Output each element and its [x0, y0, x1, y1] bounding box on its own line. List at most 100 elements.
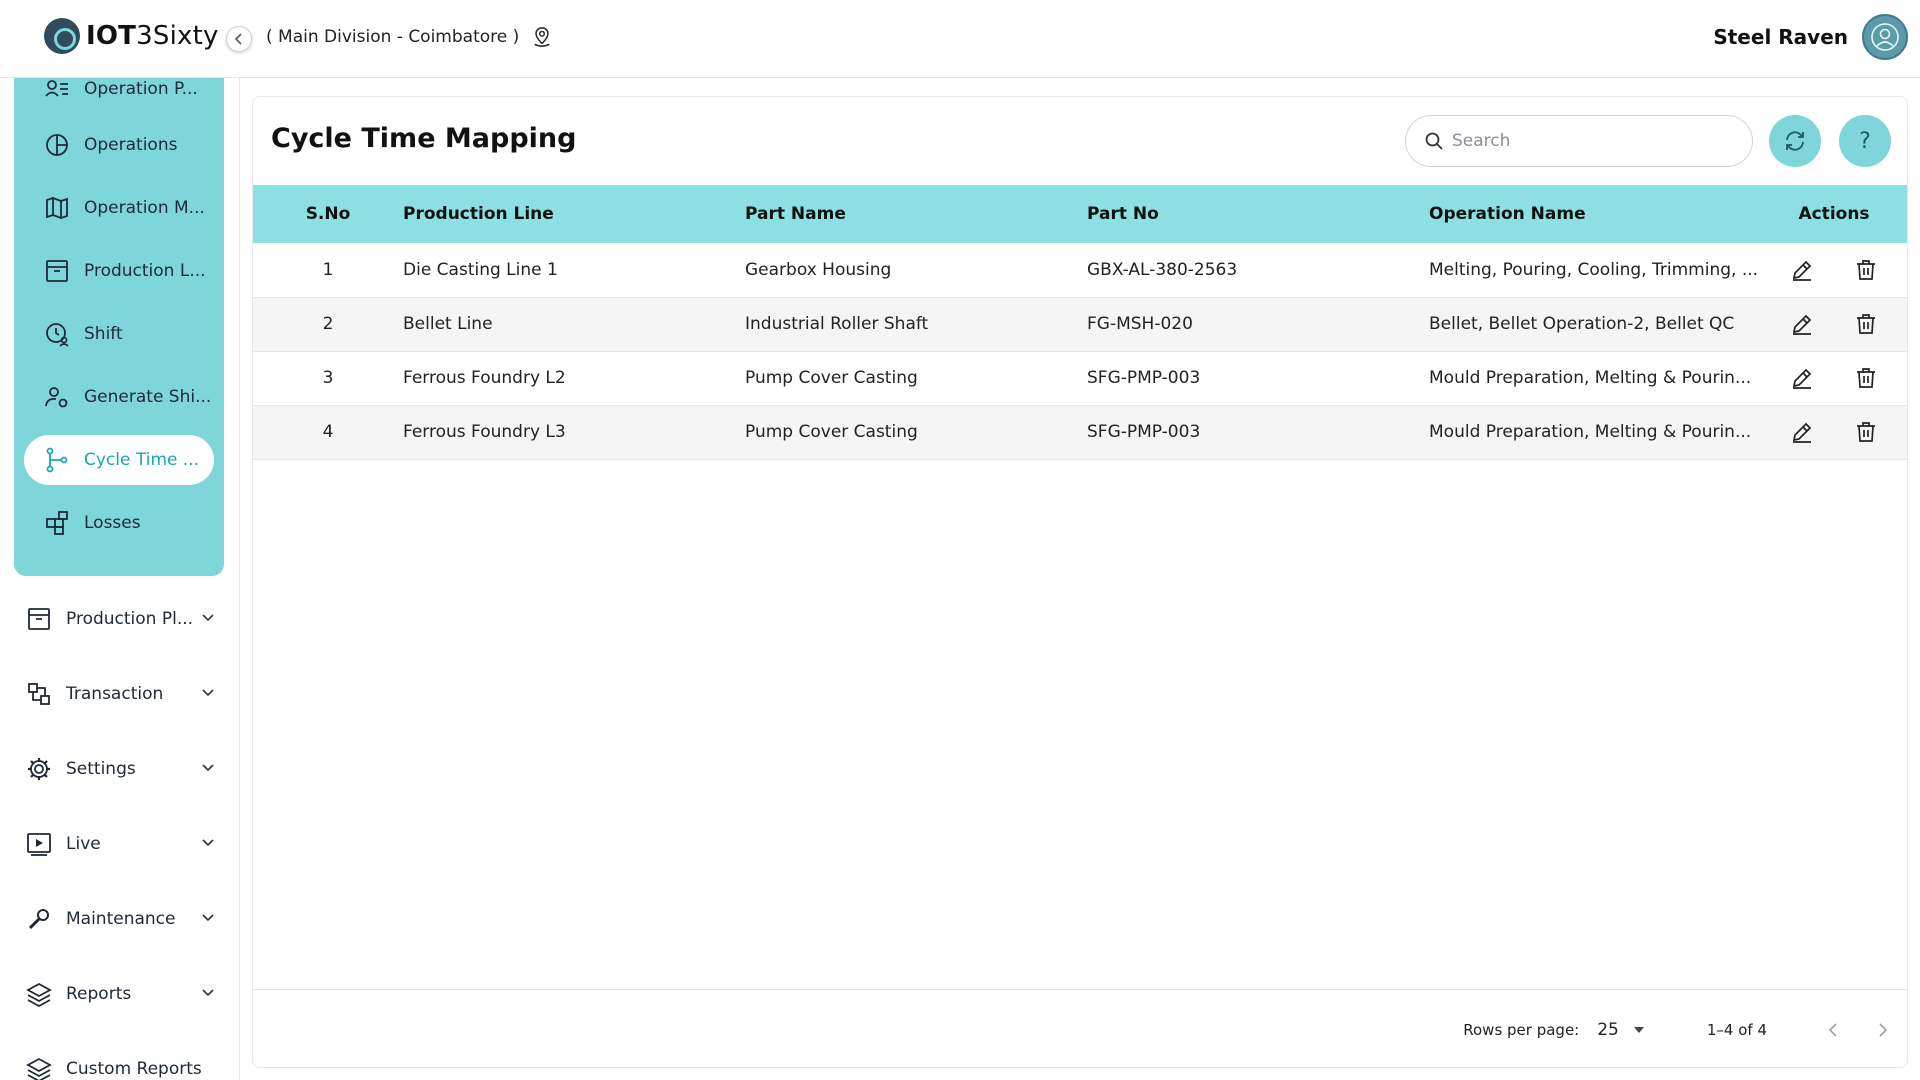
refresh-button[interactable]	[1769, 115, 1821, 167]
sidebar-item-production-l[interactable]: Production L...	[24, 246, 214, 296]
sidebar-item-settings[interactable]: Settings	[26, 749, 216, 789]
cell-sno: 2	[253, 297, 403, 352]
sidebar-item-label: Losses	[84, 513, 141, 533]
column-header-operation-name[interactable]: Operation Name	[1429, 185, 1759, 243]
column-header-production-line[interactable]: Production Line	[403, 185, 745, 243]
sidebar-item-maintenance[interactable]: Maintenance	[26, 899, 216, 939]
layers-icon	[26, 982, 52, 1007]
archive-icon	[28, 608, 50, 630]
chevron-down-icon	[202, 764, 214, 772]
sidebar: Operation P... Operations Operation M...…	[0, 78, 240, 1080]
sidebar-item-live[interactable]: Live	[26, 824, 216, 864]
cell-part-name: Gearbox Housing	[745, 243, 1087, 298]
division-selector[interactable]: ( Main Division - Coimbatore )	[266, 26, 553, 48]
layers-icon	[26, 1057, 52, 1080]
play-icon	[27, 833, 51, 856]
user-menu[interactable]: Steel Raven	[1713, 14, 1908, 60]
cell-part-no: SFG-PMP-003	[1087, 351, 1429, 406]
sidebar-item-label: Transaction	[66, 684, 164, 704]
refresh-icon	[1786, 131, 1804, 151]
search-box[interactable]	[1405, 115, 1753, 167]
rows-per-page-label: Rows per page:	[1463, 1020, 1580, 1039]
edit-icon[interactable]	[1790, 258, 1814, 282]
sidebar-item-label: Operation P...	[84, 79, 198, 99]
cell-production-line: Die Casting Line 1	[403, 243, 745, 298]
table-header-row: S.No Production Line Part Name Part No O…	[253, 185, 1907, 243]
cell-sno: 4	[253, 405, 403, 460]
archive-icon	[46, 260, 68, 282]
sidebar-item-label: Production L...	[84, 261, 206, 281]
transaction-icon	[28, 683, 50, 705]
delete-icon[interactable]	[1854, 366, 1878, 390]
rows-per-page-select[interactable]: 25	[1597, 1020, 1645, 1040]
cell-actions	[1759, 243, 1907, 298]
delete-icon[interactable]	[1854, 312, 1878, 336]
next-page-icon[interactable]	[1875, 1022, 1891, 1038]
column-header-part-name[interactable]: Part Name	[745, 185, 1087, 243]
collapse-sidebar-button[interactable]	[226, 26, 252, 52]
column-header-sno[interactable]: S.No	[253, 185, 403, 243]
sidebar-item-label: Cycle Time ...	[84, 450, 200, 470]
brand-name: IOT3Sixty	[86, 21, 219, 51]
sidebar-item-operations[interactable]: Operations	[24, 120, 214, 170]
sidebar-item-label: Live	[66, 834, 101, 854]
table-row[interactable]: 1 Die Casting Line 1 Gearbox Housing GBX…	[253, 243, 1907, 298]
gear-icon	[28, 758, 50, 780]
clock-user-icon	[46, 323, 69, 347]
flow-icon	[46, 447, 68, 473]
chevron-down-icon	[202, 614, 214, 622]
table-row[interactable]: 4 Ferrous Foundry L3 Pump Cover Casting …	[253, 405, 1907, 460]
edit-icon[interactable]	[1790, 312, 1814, 336]
brand-logo[interactable]: IOT3Sixty	[44, 18, 219, 54]
cell-actions	[1759, 351, 1907, 406]
sidebar-item-transaction[interactable]: Transaction	[26, 674, 216, 714]
masters-submenu: Operation P... Operations Operation M...…	[14, 78, 224, 576]
sidebar-item-reports[interactable]: Reports	[26, 974, 216, 1014]
help-button[interactable]: ?	[1839, 115, 1891, 167]
blocks-icon	[46, 511, 68, 535]
app-root: IOT3Sixty ( Main Division - Coimbatore )…	[0, 0, 1920, 1080]
table-row[interactable]: 3 Ferrous Foundry L2 Pump Cover Casting …	[253, 351, 1907, 406]
cell-production-line: Bellet Line	[403, 297, 745, 352]
sidebar-item-operation-m[interactable]: Operation M...	[24, 183, 214, 233]
search-input[interactable]	[1452, 131, 1732, 151]
edit-icon[interactable]	[1790, 366, 1814, 390]
column-header-part-no[interactable]: Part No	[1087, 185, 1429, 243]
sidebar-item-operation-p[interactable]: Operation P...	[24, 78, 214, 114]
sidebar-item-custom-reports[interactable]: Custom Reports	[26, 1049, 216, 1080]
sidebar-item-production-planning[interactable]: Production Pl...	[26, 599, 216, 639]
cell-part-no: FG-MSH-020	[1087, 297, 1429, 352]
caret-down-icon	[1633, 1026, 1644, 1033]
table-row[interactable]: 2 Bellet Line Industrial Roller Shaft FG…	[253, 297, 1907, 352]
chevron-down-icon	[202, 689, 214, 697]
page-title: Cycle Time Mapping	[271, 123, 577, 154]
sidebar-item-losses[interactable]: Losses	[24, 498, 214, 548]
cell-sno: 1	[253, 243, 403, 298]
sidebar-item-label: Operation M...	[84, 198, 205, 218]
sidebar-item-label: Maintenance	[66, 909, 176, 929]
sidebar-item-cycle-time[interactable]: Cycle Time ...	[24, 435, 214, 485]
avatar[interactable]	[1862, 14, 1908, 60]
sidebar-item-generate-shift[interactable]: Generate Shi...	[24, 372, 214, 422]
user-name: Steel Raven	[1713, 25, 1848, 49]
search-icon	[1425, 132, 1443, 150]
column-header-actions: Actions	[1798, 204, 1870, 224]
cell-actions	[1759, 405, 1907, 460]
cell-part-no: SFG-PMP-003	[1087, 405, 1429, 460]
pager	[1825, 1022, 1891, 1038]
sidebar-item-shift[interactable]: Shift	[24, 309, 214, 359]
delete-icon[interactable]	[1854, 420, 1878, 444]
sidebar-item-label: Shift	[84, 324, 123, 344]
user-list-icon	[45, 80, 68, 97]
main-card: Cycle Time Mapping ? S.No Production Lin…	[252, 96, 1908, 1068]
edit-icon[interactable]	[1790, 420, 1814, 444]
cell-part-name: Pump Cover Casting	[745, 405, 1087, 460]
location-user-icon[interactable]	[531, 26, 553, 48]
wrench-icon	[28, 909, 49, 930]
sidebar-item-label: Generate Shi...	[84, 387, 212, 407]
cell-part-name: Pump Cover Casting	[745, 351, 1087, 406]
cell-part-name: Industrial Roller Shaft	[745, 297, 1087, 352]
previous-page-icon[interactable]	[1825, 1022, 1841, 1038]
cell-actions	[1759, 297, 1907, 352]
delete-icon[interactable]	[1854, 258, 1878, 282]
